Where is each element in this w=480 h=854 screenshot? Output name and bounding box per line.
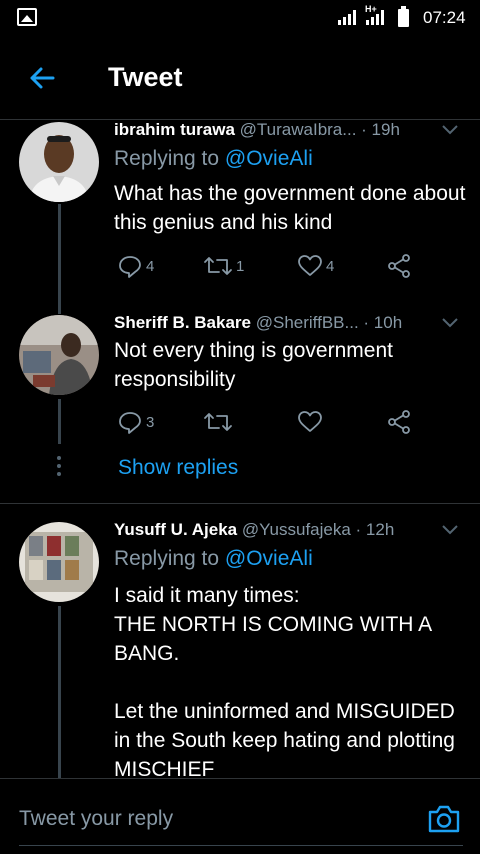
reply-icon <box>119 256 141 278</box>
replying-to: Replying to @OvieAli <box>114 147 313 171</box>
like-button[interactable]: 4 <box>297 251 334 281</box>
avatar[interactable] <box>19 315 99 395</box>
image-notification-icon <box>17 8 37 26</box>
reply-button[interactable]: 3 <box>117 407 154 437</box>
signal-icon <box>338 9 356 25</box>
arrow-left-icon <box>30 67 55 89</box>
reply-count: 3 <box>146 413 155 431</box>
retweet-count: 1 <box>236 257 245 275</box>
tweet-text: Not every thing is government responsibi… <box>114 339 399 391</box>
reply-composer: Tweet your reply <box>0 778 480 854</box>
reply-input-underline <box>19 845 463 846</box>
tweet-time: · 19h <box>361 120 400 139</box>
tweet-text: I said it many times: THE NORTH IS COMIN… <box>114 584 455 778</box>
share-button[interactable] <box>386 407 412 437</box>
heart-icon <box>298 255 322 276</box>
like-count: 4 <box>326 257 335 275</box>
mention-link[interactable]: @OvieAli <box>225 547 313 570</box>
avatar[interactable] <box>19 522 99 602</box>
author-handle: @Yussufajeka <box>241 520 351 539</box>
tweet-2[interactable]: Sheriff B. Bakare @SheriffBB... · 10h No… <box>0 310 480 502</box>
retweet-icon <box>204 257 232 275</box>
heart-icon <box>298 411 322 432</box>
tweet-author[interactable]: ibrahim turawa @TurawaIbra... · 19h <box>114 120 400 140</box>
show-replies-link[interactable]: Show replies <box>118 456 238 480</box>
signal-icon-2 <box>366 9 384 25</box>
page-title: Tweet <box>108 62 183 92</box>
chevron-down-icon[interactable] <box>441 124 459 136</box>
retweet-button[interactable] <box>203 407 236 437</box>
status-bar: H+ 07:24 <box>0 0 480 36</box>
replying-to-label: Replying to <box>114 147 225 170</box>
battery-icon <box>398 6 409 27</box>
thread-line <box>58 310 61 314</box>
top-app-bar: Tweet <box>0 36 480 120</box>
thread-line <box>58 399 61 444</box>
share-button[interactable] <box>386 251 412 281</box>
author-name: ibrahim turawa <box>114 120 235 139</box>
avatar-photo-icon <box>19 122 99 202</box>
avatar-photo-icon <box>19 522 99 602</box>
camera-icon <box>428 805 460 833</box>
replying-to: Replying to @OvieAli <box>114 547 313 571</box>
reply-icon <box>119 412 141 434</box>
tweet-time: · 10h <box>363 313 403 332</box>
tweet-3[interactable]: Yusuff U. Ajeka @Yussufajeka · 12h Reply… <box>0 504 480 778</box>
tweet-time: · 12h <box>355 520 395 539</box>
tweet-author[interactable]: Yusuff U. Ajeka @Yussufajeka · 12h <box>114 520 394 540</box>
thread-more-dots <box>56 456 62 480</box>
tweet-actions: 4 1 4 <box>114 251 434 281</box>
chevron-down-icon[interactable] <box>441 524 459 536</box>
retweet-button[interactable]: 1 <box>203 251 244 281</box>
retweet-icon <box>204 413 232 431</box>
status-time: 07:24 <box>423 8 466 27</box>
share-icon <box>388 254 410 278</box>
reply-button[interactable]: 4 <box>117 251 154 281</box>
replying-to-label: Replying to <box>114 547 225 570</box>
reply-input[interactable]: Tweet your reply <box>19 807 173 831</box>
back-button[interactable] <box>26 62 58 94</box>
tweet-author[interactable]: Sheriff B. Bakare @SheriffBB... · 10h <box>114 313 402 333</box>
author-name: Sheriff B. Bakare <box>114 313 251 332</box>
chevron-down-icon[interactable] <box>441 317 459 329</box>
author-handle: @SheriffBB... <box>255 313 359 332</box>
reply-count: 4 <box>146 257 155 275</box>
share-icon <box>388 410 410 434</box>
thread-line <box>58 606 61 778</box>
mention-link[interactable]: @OvieAli <box>225 147 313 170</box>
thread-line <box>58 204 61 310</box>
author-name: Yusuff U. Ajeka <box>114 520 238 539</box>
tweet-actions: 3 <box>114 407 434 437</box>
tweet-text: What has the government done about this … <box>114 182 472 234</box>
author-handle: @TurawaIbra... <box>239 120 357 139</box>
like-button[interactable] <box>297 407 326 437</box>
avatar[interactable] <box>19 122 99 202</box>
tweet-1[interactable]: ibrahim turawa @TurawaIbra... · 19h Repl… <box>0 120 480 310</box>
camera-button[interactable] <box>427 803 461 835</box>
avatar-photo-icon <box>19 315 99 395</box>
